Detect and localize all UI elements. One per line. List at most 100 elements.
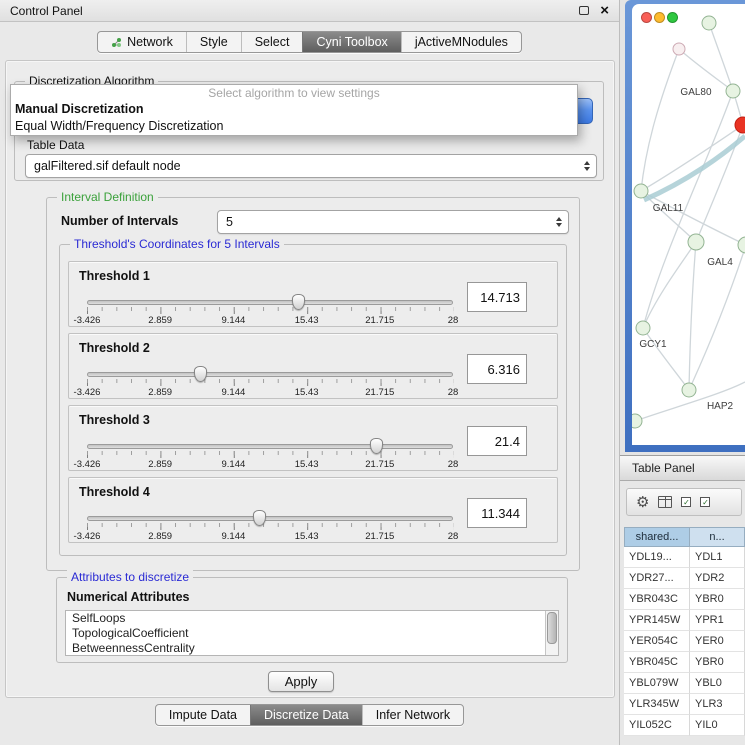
app-root: Control Panel × NetworkStyle Select Cyni T… [0,0,745,745]
network-edge[interactable] [643,328,689,390]
panel-title: Control Panel [10,4,83,18]
table-row[interactable]: YER054CYER0 [624,631,745,652]
list-scrollbar-thumb[interactable] [547,612,557,644]
node-label: GAL4 [707,257,733,268]
network-node-gal11[interactable] [634,184,648,198]
tick-label: -3.426 [74,531,101,542]
column-header-name[interactable]: n... [690,527,745,547]
threshold-label: Threshold 2 [79,341,150,355]
control-panel-titlebar: Control Panel × [0,0,619,22]
table-row[interactable]: YPR145WYPR1 [624,610,745,631]
network-edge[interactable] [641,49,679,191]
num-intervals-combobox[interactable]: 5 [217,210,569,234]
close-icon[interactable]: × [600,3,609,18]
tab-infer-network[interactable]: Infer Network [362,705,463,725]
network-view-window[interactable]: GAL80GAL11GAL4GCY1HAP2 [625,0,745,452]
table-row[interactable]: YBL079WYBL0 [624,673,745,694]
table-cell: YIL052C [624,715,690,736]
float-window-icon[interactable] [579,6,589,15]
network-node[interactable] [738,237,745,253]
tick-label: 2.859 [148,459,172,470]
threshold-slider[interactable]: -3.4262.8599.14415.4321.71528 [87,438,453,470]
tab-style[interactable]: Style [186,32,241,52]
tab-network[interactable]: Network [98,32,186,52]
threshold-value-field[interactable]: 6.316 [467,354,527,384]
network-canvas[interactable]: GAL80GAL11GAL4GCY1HAP2 [632,4,745,445]
slider-thumb[interactable] [370,438,383,454]
table-cell: YIL0 [690,715,745,736]
numerical-attribute-item[interactable]: TopologicalCoefficient [66,626,558,641]
numerical-attributes-list[interactable]: SelfLoopsTopologicalCoefficientBetweenne… [65,610,559,656]
tab-jactivemnodules[interactable]: jActiveMNodules [401,32,521,52]
table-data-combobox[interactable]: galFiltered.sif default node [25,154,597,178]
node-label: GAL80 [680,87,712,98]
table-row[interactable]: YLR345WYLR3 [624,694,745,715]
threshold-slider[interactable]: -3.4262.8599.14415.4321.71528 [87,366,453,398]
thresholds-legend: Threshold's Coordinates for 5 Intervals [70,237,284,251]
network-node[interactable] [632,414,642,428]
table-row[interactable]: YBR043CYBR0 [624,589,745,610]
table-row[interactable]: YBR045CYBR0 [624,652,745,673]
column-header-shared-name[interactable]: shared... [624,527,690,547]
columns-icon[interactable] [658,496,672,508]
network-node[interactable] [673,43,685,55]
dropdown-option-manual-discretization[interactable]: Manual Discretization [11,101,577,118]
interval-definition-group: Interval Definition Number of Intervals … [46,197,580,571]
numerical-attribute-item[interactable]: BetweennessCentrality [66,641,558,656]
tab-label: Select [255,35,290,49]
attributes-group: Attributes to discretize Numerical Attri… [56,577,568,663]
threshold-value-field[interactable]: 21.4 [467,426,527,456]
tick-label: -3.426 [74,459,101,470]
network-graph[interactable]: GAL80GAL11GAL4GCY1HAP2 [632,4,745,445]
table-toolbar: ⚙ ✓ ✓ [626,488,742,516]
network-edge[interactable] [643,242,696,328]
slider-minor-ticks [87,523,454,527]
table-row[interactable]: YIL052CYIL0 [624,715,745,736]
threshold-slider[interactable]: -3.4262.8599.14415.4321.71528 [87,510,453,542]
table-cell: YDL19... [624,547,690,568]
tab-discretize-data[interactable]: Discretize Data [250,705,362,725]
numerical-attribute-item[interactable]: SelfLoops [66,611,558,626]
network-edge[interactable] [709,23,733,91]
table-body: YDL19...YDL1YDR27...YDR2YBR043CYBR0YPR14… [624,547,745,736]
tick-label: 28 [448,315,459,326]
tab-impute-data[interactable]: Impute Data [156,705,250,725]
tab-select[interactable]: Select [241,32,303,52]
slider-thumb[interactable] [292,294,305,310]
network-edge[interactable] [689,242,696,390]
network-node-gcy1[interactable] [636,321,650,335]
tab-cyni-toolbox[interactable]: Cyni Toolbox [302,32,400,52]
tick-label: 2.859 [148,387,172,398]
apply-button[interactable]: Apply [268,671,334,692]
table-row[interactable]: YDL19...YDL1 [624,547,745,568]
threshold-slider[interactable]: -3.4262.8599.14415.4321.71528 [87,294,453,326]
select-all-icon[interactable]: ✓ [681,497,691,507]
network-node-gal4[interactable] [688,234,704,250]
select-shown-icon[interactable]: ✓ [700,497,710,507]
slider-track[interactable] [87,444,453,449]
slider-track[interactable] [87,516,453,521]
network-edge[interactable] [679,49,733,91]
threshold-value-field[interactable]: 14.713 [467,282,527,312]
slider-track[interactable] [87,300,453,305]
interval-definition-legend: Interval Definition [57,190,158,204]
network-node-hap2[interactable] [682,383,696,397]
tick-label: 2.859 [148,315,172,326]
slider-track[interactable] [87,372,453,377]
threshold-value-field[interactable]: 11.344 [467,498,527,528]
network-node[interactable] [735,117,745,133]
slider-tick-labels: -3.4262.8599.14415.4321.71528 [87,315,453,326]
list-scrollbar[interactable] [545,611,558,655]
dropdown-option-equal-width-frequency-discretization[interactable]: Equal Width/Frequency Discretization [11,118,577,135]
tick-label: 21.715 [365,315,394,326]
slider-thumb[interactable] [253,510,266,526]
table-data-value: galFiltered.sif default node [34,159,181,173]
network-node-gal80[interactable] [726,84,740,98]
network-node[interactable] [702,16,716,30]
gear-icon[interactable]: ⚙ [636,495,649,510]
tick-label: 15.43 [295,315,319,326]
table-cell: YDL1 [690,547,745,568]
network-edge[interactable] [641,125,743,191]
table-row[interactable]: YDR27...YDR2 [624,568,745,589]
network-edge-thick[interactable] [644,136,745,200]
